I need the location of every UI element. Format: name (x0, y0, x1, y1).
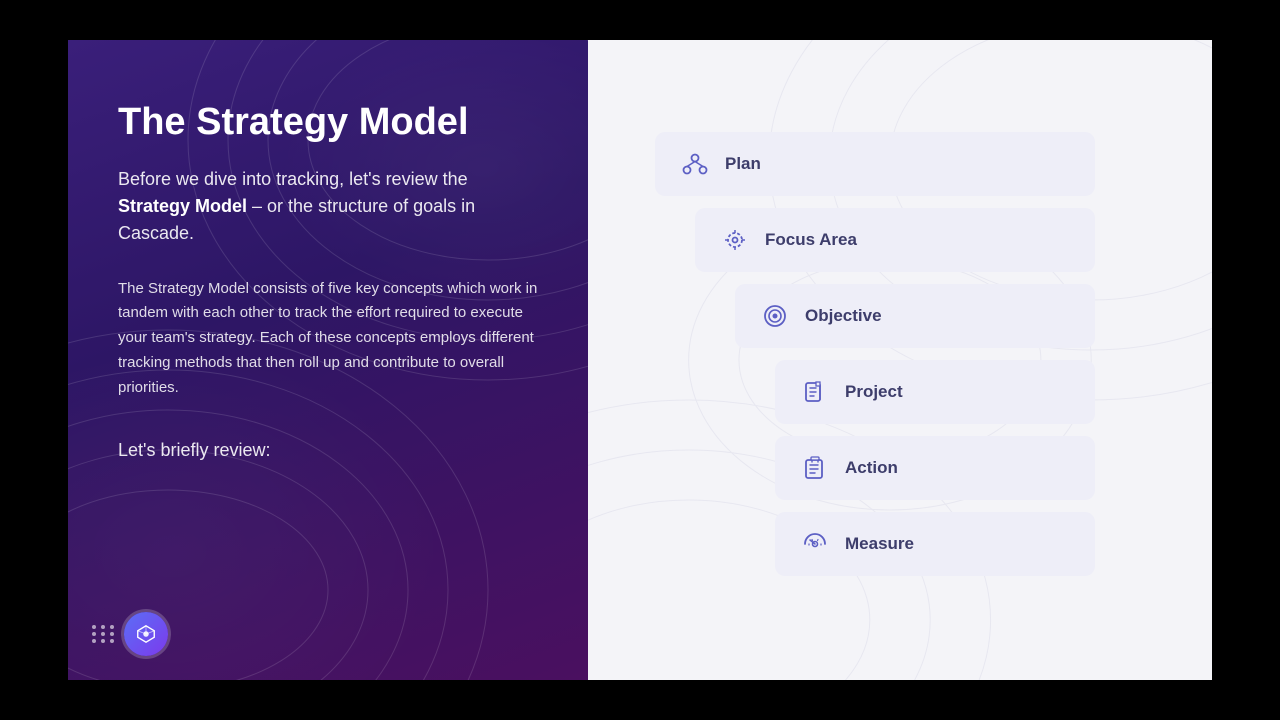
measure-label: Measure (845, 534, 914, 554)
hierarchy-row-objective: Objective (655, 284, 1145, 348)
measure-icon (799, 528, 831, 560)
hierarchy-row-measure: Measure (655, 512, 1145, 576)
hierarchy-row-focus-area: Focus Area (655, 208, 1145, 272)
action-label: Action (845, 458, 898, 478)
objective-card: Objective (735, 284, 1095, 348)
slide-cta: Let's briefly review: (118, 440, 538, 461)
measure-card: Measure (775, 512, 1095, 576)
plan-icon (679, 148, 711, 180)
hierarchy-row-plan: Plan (655, 132, 1145, 196)
right-panel: Plan Focus Ar (588, 40, 1212, 680)
hierarchy-container: Plan Focus Ar (655, 112, 1145, 608)
grid-dots-icon (92, 625, 116, 643)
project-card: Project (775, 360, 1095, 424)
project-icon (799, 376, 831, 408)
project-label: Project (845, 382, 903, 402)
left-panel: The Strategy Model Before we dive into t… (68, 40, 588, 680)
hierarchy-row-project: Project (655, 360, 1145, 424)
objective-label: Objective (805, 306, 882, 326)
focus-area-card: Focus Area (695, 208, 1095, 272)
objective-icon (759, 300, 791, 332)
slide-title: The Strategy Model (118, 100, 538, 146)
focus-area-label: Focus Area (765, 230, 857, 250)
bottom-icon-area (92, 612, 168, 656)
action-icon (799, 452, 831, 484)
hierarchy-row-action: Action (655, 436, 1145, 500)
slide-subtitle: Before we dive into tracking, let's revi… (118, 166, 538, 247)
plan-card: Plan (655, 132, 1095, 196)
plan-label: Plan (725, 154, 761, 174)
action-card: Action (775, 436, 1095, 500)
brand-logo-icon (124, 612, 168, 656)
slide-body: The Strategy Model consists of five key … (118, 277, 538, 401)
focus-area-icon (719, 224, 751, 256)
